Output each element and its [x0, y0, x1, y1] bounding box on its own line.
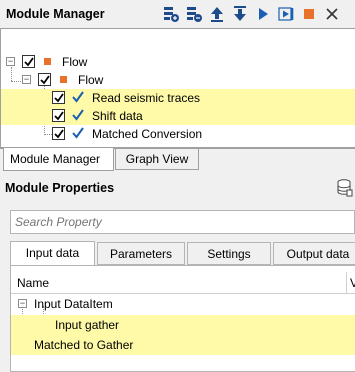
module-properties-tabs: Input data Parameters Settings Output da… — [10, 241, 355, 266]
checkbox[interactable] — [52, 127, 65, 140]
module-check-icon — [72, 127, 84, 142]
checkbox[interactable] — [38, 73, 51, 86]
column-name-header[interactable]: Name — [17, 276, 49, 290]
tree-row-label: Shift data — [92, 109, 143, 123]
module-manager-header: Module Manager — [0, 0, 355, 28]
tree-row-flow-root[interactable]: − Flow — [1, 53, 355, 71]
module-manager-tabs: Module Manager Graph View — [0, 148, 355, 171]
tree-row-flow-child[interactable]: − Flow — [1, 71, 355, 89]
module-check-icon — [72, 109, 84, 124]
tree-row-matched-conversion[interactable]: Matched Conversion — [1, 125, 355, 143]
tree-row-read-seismic-traces[interactable]: Read seismic traces — [1, 89, 355, 107]
input-data-panel: Name V − Input DataItem Input gather Mat… — [10, 265, 355, 372]
collapse-icon[interactable]: − — [6, 57, 15, 66]
run-step-icon[interactable] — [277, 5, 295, 23]
checkbox[interactable] — [22, 55, 35, 68]
flow-icon — [44, 58, 51, 65]
tab-settings[interactable]: Settings — [187, 242, 271, 265]
module-check-icon — [72, 91, 84, 106]
tab-input-data[interactable]: Input data — [10, 241, 95, 266]
tab-module-manager[interactable]: Module Manager — [3, 148, 114, 171]
remove-module-icon[interactable] — [185, 5, 203, 23]
stop-icon[interactable] — [300, 5, 318, 23]
add-module-icon[interactable] — [162, 5, 180, 23]
module-manager-toolbar — [162, 5, 341, 23]
checkbox[interactable] — [52, 109, 65, 122]
move-up-icon[interactable] — [208, 5, 226, 23]
run-icon[interactable] — [254, 5, 272, 23]
tree-row-label: Read seismic traces — [92, 91, 201, 105]
tree-row-label: Flow — [78, 73, 104, 87]
checkbox[interactable] — [52, 91, 65, 104]
tree-row-label: Matched to Gather — [34, 338, 134, 352]
database-icon[interactable] — [337, 179, 353, 200]
tab-graph-view[interactable]: Graph View — [115, 149, 199, 170]
flow-tree: − Flow − Flow Read seismic traces Shift … — [0, 28, 355, 148]
search-property-input[interactable] — [10, 210, 355, 234]
tree-row-matched-to-gather[interactable]: Matched to Gather — [11, 335, 355, 355]
column-value-header[interactable]: V — [346, 272, 355, 294]
module-manager-title: Module Manager — [6, 7, 105, 21]
tree-row-shift-data[interactable]: Shift data — [1, 107, 355, 125]
tree-row-label: Matched Conversion — [92, 127, 203, 141]
tab-output-data[interactable]: Output data — [273, 242, 355, 265]
collapse-icon[interactable]: − — [18, 299, 27, 308]
column-header: Name V — [11, 272, 355, 294]
move-down-icon[interactable] — [231, 5, 249, 23]
tree-row-label: Flow — [62, 55, 88, 69]
tree-row-label: Input gather — [55, 318, 120, 332]
tree-row-input-gather[interactable]: Input gather — [11, 315, 355, 335]
flow-icon — [60, 76, 67, 83]
collapse-icon[interactable]: − — [22, 75, 31, 84]
tree-row-label: Input DataItem — [34, 297, 113, 311]
close-icon[interactable] — [323, 5, 341, 23]
tree-row-input-dataitem[interactable]: − Input DataItem — [11, 294, 355, 314]
module-properties-title: Module Properties — [5, 181, 115, 195]
tab-parameters[interactable]: Parameters — [97, 242, 185, 265]
